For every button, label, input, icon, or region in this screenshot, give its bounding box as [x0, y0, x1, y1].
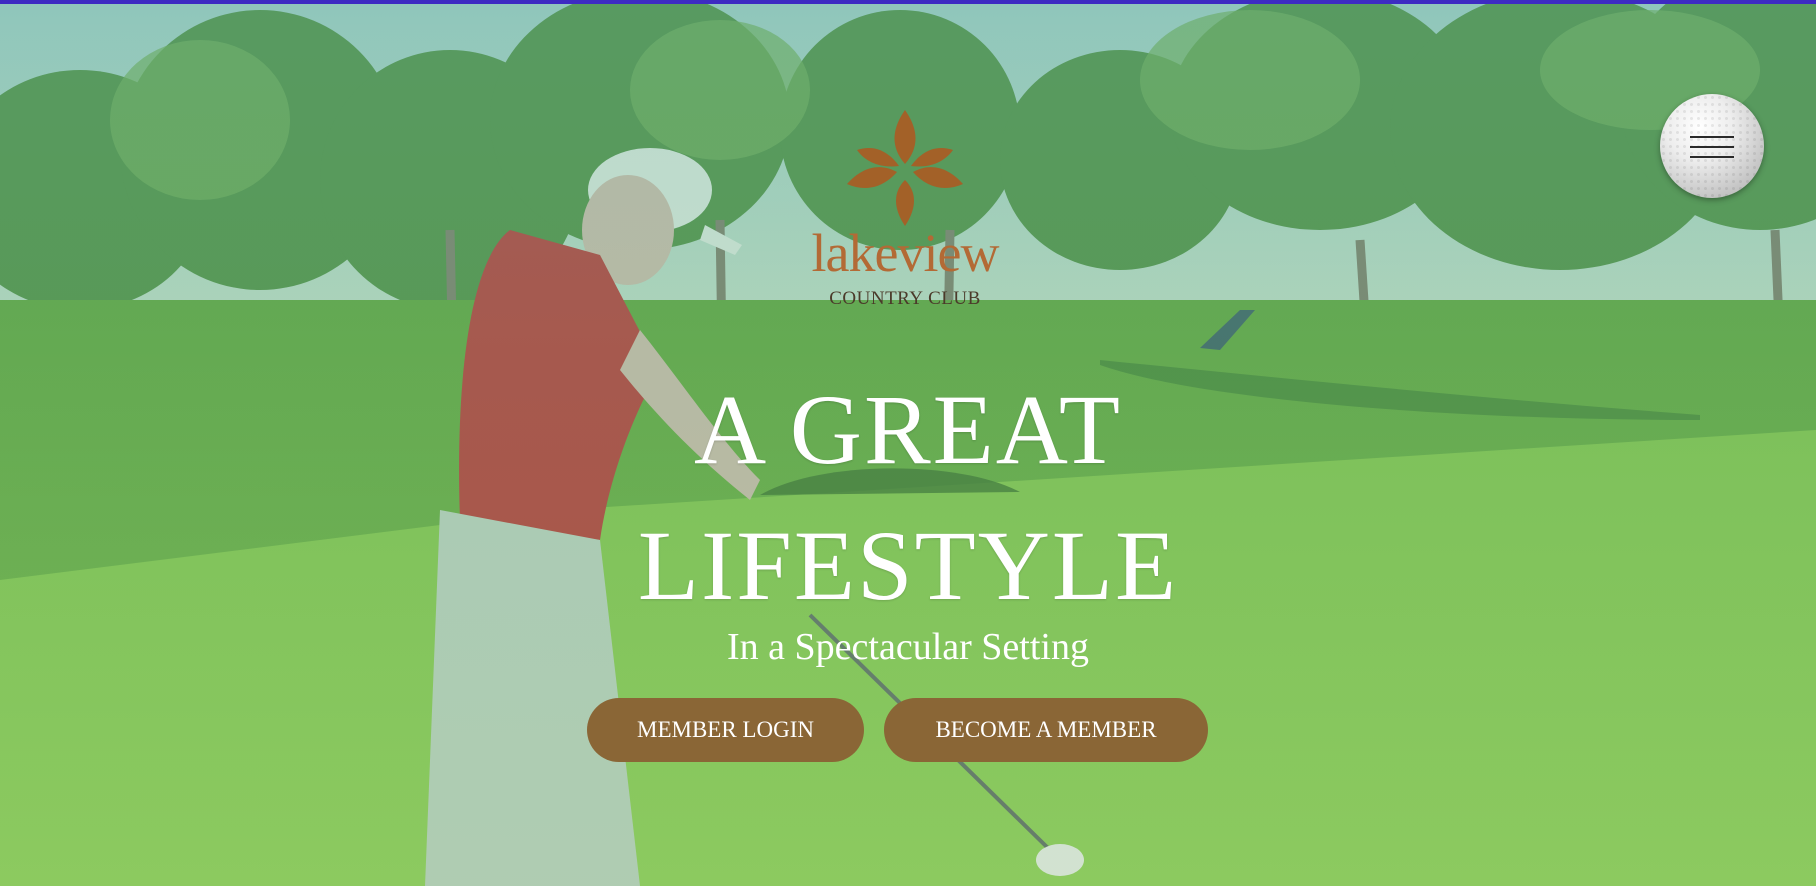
logo-wordmark: lakeview [811, 223, 1000, 283]
hamburger-menu-icon [1690, 136, 1734, 138]
headline-line-2: LIFESTYLE [637, 510, 1179, 621]
logo-subtitle: COUNTRY CLUB [829, 288, 981, 309]
hamburger-menu-icon [1690, 156, 1734, 158]
site-logo[interactable]: lakeview COUNTRY CLUB [790, 108, 1020, 313]
headline-line-1: A GREAT [694, 374, 1122, 485]
become-member-button[interactable]: BECOME A MEMBER [884, 698, 1208, 762]
top-accent-bar [0, 0, 1816, 4]
member-login-button[interactable]: MEMBER LOGIN [587, 698, 864, 762]
hero-headline: A GREAT LIFESTYLE [408, 362, 1408, 634]
hero-subheadline: In a Spectacular Setting [727, 626, 1089, 668]
flower-logo-icon [847, 110, 963, 226]
hamburger-menu-icon [1690, 146, 1734, 148]
hamburger-menu-button[interactable] [1660, 94, 1764, 198]
